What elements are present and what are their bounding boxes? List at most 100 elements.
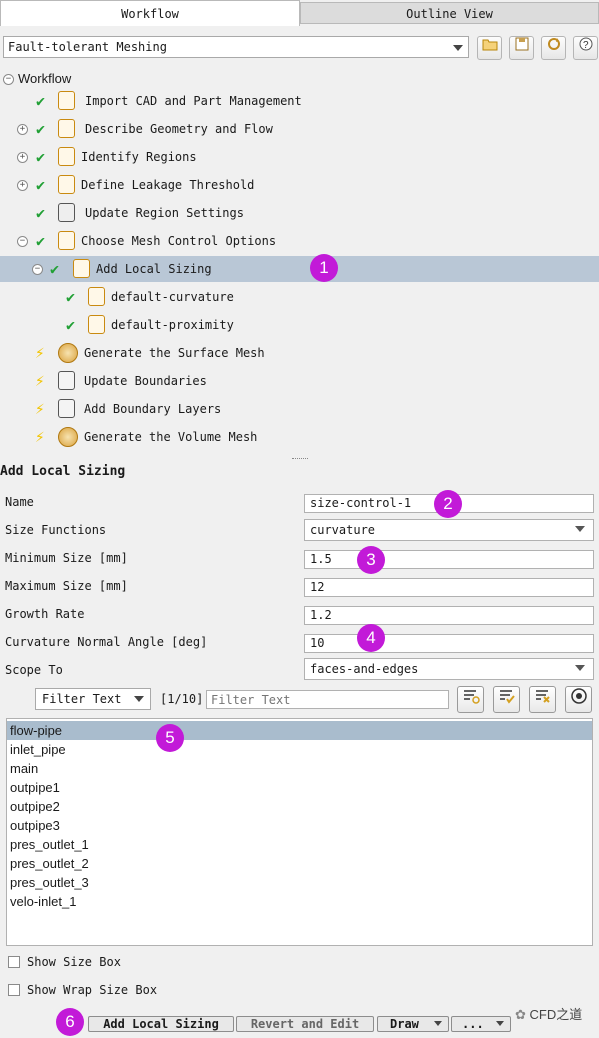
- help-button[interactable]: ?: [573, 36, 598, 60]
- draw-button[interactable]: Draw: [377, 1016, 449, 1032]
- refresh-button[interactable]: [541, 36, 566, 60]
- tree-item-volume-mesh[interactable]: ⚡ Generate the Volume Mesh: [0, 424, 599, 450]
- pick-button[interactable]: [565, 686, 592, 713]
- list-item[interactable]: pres_outlet_2: [7, 854, 592, 873]
- show-size-box-checkbox[interactable]: [8, 956, 20, 968]
- tree-item-update-boundaries[interactable]: ⚡ Update Boundaries: [0, 368, 599, 394]
- list-item[interactable]: velo-inlet_1: [7, 892, 592, 911]
- mesh-sphere-icon: [58, 343, 78, 363]
- deselect-all-button[interactable]: [529, 686, 556, 713]
- boundaries-icon: [58, 371, 75, 390]
- expand-icon[interactable]: +: [17, 180, 28, 191]
- face-zone-list[interactable]: flow-pipe inlet_pipe main outpipe1 outpi…: [6, 718, 593, 946]
- show-wrap-size-box-checkbox[interactable]: [8, 984, 20, 996]
- tree-item-label: Describe Geometry and Flow: [85, 122, 273, 136]
- cad-icon: [58, 91, 75, 110]
- revert-and-edit-button[interactable]: Revert and Edit: [236, 1016, 374, 1032]
- tree-item-default-curvature[interactable]: ✔ default-curvature: [0, 284, 599, 310]
- tree-item-update-region-settings[interactable]: ✔ Update Region Settings: [0, 200, 599, 226]
- save-button[interactable]: [509, 36, 534, 60]
- pane-splitter[interactable]: [0, 456, 599, 462]
- tree-item-import-cad[interactable]: ✔ Import CAD and Part Management: [0, 88, 599, 114]
- local-sizing-icon: [73, 259, 90, 278]
- chevron-down-icon: [496, 1021, 504, 1026]
- geometry-icon: [58, 119, 75, 138]
- list-item[interactable]: flow-pipe: [7, 721, 592, 740]
- tree-item-boundary-layers[interactable]: ⚡ Add Boundary Layers: [0, 396, 599, 422]
- tree-item-label: Update Boundaries: [84, 374, 207, 388]
- list-item[interactable]: inlet_pipe: [7, 740, 592, 759]
- check-icon: ✔: [36, 176, 46, 194]
- watermark: ✿ CFD之道: [515, 1004, 582, 1023]
- list-item[interactable]: pres_outlet_3: [7, 873, 592, 892]
- list-item[interactable]: pres_outlet_1: [7, 835, 592, 854]
- size-functions-label: Size Functions: [5, 523, 107, 537]
- size-functions-select[interactable]: curvature: [304, 519, 594, 541]
- more-options-button[interactable]: ...: [451, 1016, 511, 1032]
- tree-item-surface-mesh[interactable]: ⚡ Generate the Surface Mesh: [0, 340, 599, 366]
- annotation-badge-1: 1: [310, 254, 338, 282]
- collapse-icon[interactable]: −: [17, 236, 28, 247]
- select-all-button[interactable]: [493, 686, 520, 713]
- check-icon: ✔: [66, 288, 76, 306]
- growth-rate-field[interactable]: 1.2: [304, 606, 594, 625]
- scope-to-select[interactable]: faces-and-edges: [304, 658, 594, 680]
- normal-angle-field[interactable]: 10: [304, 634, 594, 653]
- growth-rate-label: Growth Rate: [5, 607, 85, 621]
- deselect-all-icon: [535, 690, 550, 703]
- lightning-icon: ⚡: [35, 343, 45, 362]
- annotation-badge-2: 2: [434, 490, 462, 518]
- list-item[interactable]: outpipe1: [7, 778, 592, 797]
- workflow-type-select[interactable]: Fault-tolerant Meshing: [3, 36, 469, 58]
- expand-icon[interactable]: +: [17, 124, 28, 135]
- tab-workflow[interactable]: Workflow: [0, 0, 300, 26]
- normal-angle-label: Curvature Normal Angle [deg]: [5, 635, 208, 649]
- wechat-icon: ✿: [515, 1007, 530, 1022]
- max-size-field[interactable]: 12: [304, 578, 594, 597]
- check-icon: ✔: [66, 316, 76, 334]
- chevron-down-icon: [453, 45, 463, 51]
- folder-icon: [482, 39, 497, 51]
- tab-bar: Workflow Outline View: [0, 0, 599, 26]
- tree-item-label: Update Region Settings: [85, 206, 244, 220]
- tree-item-describe-geometry[interactable]: + ✔ Describe Geometry and Flow: [0, 116, 599, 142]
- lightning-icon: ⚡: [35, 399, 45, 418]
- collapse-icon[interactable]: −: [3, 74, 14, 85]
- tab-outline-view[interactable]: Outline View: [300, 2, 599, 24]
- panel-title: Add Local Sizing: [0, 464, 126, 479]
- filter-list-button[interactable]: [457, 686, 484, 713]
- show-size-box-label: Show Size Box: [27, 955, 121, 969]
- check-icon: ✔: [36, 204, 46, 222]
- tree-item-default-proximity[interactable]: ✔ default-proximity: [0, 312, 599, 338]
- list-item[interactable]: main: [7, 759, 592, 778]
- tree-item-label: Add Boundary Layers: [84, 402, 222, 416]
- tree-item-label: Define Leakage Threshold: [81, 178, 255, 192]
- tree-item-label: default-proximity: [111, 318, 234, 332]
- annotation-badge-6: 6: [56, 1008, 84, 1036]
- list-item[interactable]: outpipe3: [7, 816, 592, 835]
- filter-text-input[interactable]: [206, 690, 449, 709]
- min-size-field[interactable]: 1.5: [304, 550, 594, 569]
- lightning-icon: ⚡: [35, 427, 45, 446]
- tree-item-leakage-threshold[interactable]: + ✔ Define Leakage Threshold: [0, 172, 599, 198]
- collapse-icon[interactable]: −: [32, 264, 43, 275]
- expand-icon[interactable]: +: [17, 152, 28, 163]
- tree-item-add-local-sizing[interactable]: − ✔ Add Local Sizing: [0, 256, 599, 282]
- open-folder-button[interactable]: [477, 36, 502, 60]
- tree-item-label: Generate the Surface Mesh: [84, 346, 265, 360]
- chevron-down-icon: [575, 665, 585, 671]
- sizing-icon: [88, 287, 105, 306]
- check-icon: ✔: [36, 92, 46, 110]
- tree-item-label: default-curvature: [111, 290, 234, 304]
- tree-item-mesh-control-options[interactable]: − ✔ Choose Mesh Control Options: [0, 228, 599, 254]
- region-icon: [58, 147, 75, 166]
- tree-item-identify-regions[interactable]: + ✔ Identify Regions: [0, 144, 599, 170]
- add-local-sizing-button[interactable]: Add Local Sizing: [88, 1016, 234, 1032]
- leakage-icon: [58, 175, 75, 194]
- tree-item-label: Identify Regions: [81, 150, 197, 164]
- lightning-icon: ⚡: [35, 371, 45, 390]
- filter-type-select[interactable]: Filter Text: [35, 688, 151, 710]
- sizing-icon: [88, 315, 105, 334]
- workflow-tree: − Workflow ✔ Import CAD and Part Managem…: [0, 66, 599, 456]
- list-item[interactable]: outpipe2: [7, 797, 592, 816]
